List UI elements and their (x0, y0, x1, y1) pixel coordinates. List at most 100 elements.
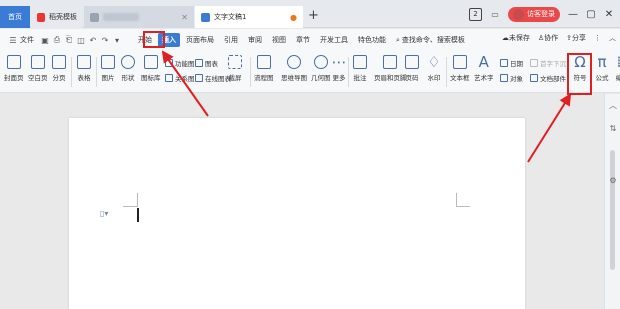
screenshot-button[interactable]: 截屏 (228, 55, 242, 82)
tab-template-label: 稻壳模板 (49, 13, 77, 21)
redo-icon[interactable]: ↷ (100, 35, 110, 45)
formula-button[interactable]: π 公式 (594, 55, 610, 83)
collab-button[interactable]: ♙协作 (538, 33, 558, 43)
right-sidebar: ︿ ⇅ ⚙ (604, 94, 620, 309)
numbering-icon: ⁞ (611, 55, 620, 70)
search-icon: ⌕ (396, 35, 400, 44)
window-controls: 2 ▭ 访客登录 — ▢ ✕ (469, 4, 620, 24)
page-number-button[interactable]: 页码 (405, 55, 419, 82)
page-number-icon (405, 55, 419, 69)
watermark-icon: ♢ (427, 53, 441, 71)
customize-icon[interactable]: ▾ (112, 35, 122, 45)
relation-chart-icon (165, 74, 173, 82)
collab-label: 协作 (544, 34, 559, 42)
formula-label: 公式 (595, 74, 609, 82)
online-chart-button[interactable]: 在线图表 (195, 73, 231, 83)
paragraph-handle-icon[interactable]: ▯▾ (100, 209, 108, 218)
header-footer-button[interactable]: 页眉和页脚 (374, 55, 407, 82)
print-icon[interactable]: ⎗ (64, 35, 74, 45)
flowchart-button[interactable]: 流程图 (254, 55, 274, 82)
page-break-label: 分页 (52, 74, 66, 82)
watermark-label: 水印 (427, 74, 441, 82)
menu-reference[interactable]: 引用 (220, 33, 242, 47)
skin-icon[interactable]: ▭ (490, 9, 500, 19)
text-cursor (137, 208, 139, 222)
drop-cap-button[interactable]: 首字下沉 (530, 58, 566, 68)
menu-section[interactable]: 章节 (292, 33, 314, 47)
preview-icon[interactable]: ◫ (76, 35, 86, 45)
numbering-button[interactable]: ⁞ 编 (611, 55, 620, 83)
tab-template[interactable]: 稻壳模板 (31, 6, 83, 28)
ribbon-insert: 封面页 空白页 分页 表格 图片 形状 图标库 功能图 关系图 图表 在线图表 (0, 51, 620, 93)
layout-switch-icon[interactable]: 2 (469, 7, 482, 21)
minimize-button[interactable]: — (568, 9, 578, 20)
calendar-icon (500, 59, 508, 67)
icon-library-button[interactable]: 图标库 (141, 55, 161, 82)
mindmap-button[interactable]: 思维导图 (281, 55, 307, 82)
wordart-label: 艺术字 (474, 74, 494, 82)
unsaved-status[interactable]: ☁未保存 (502, 33, 530, 43)
cover-page-button[interactable]: 封面页 (4, 55, 24, 82)
settings-icon[interactable]: ⚙ (608, 176, 618, 186)
export-pdf-icon[interactable]: ⎙ (52, 35, 62, 45)
collapse-up-icon[interactable]: ︿ (608, 100, 618, 110)
file-menu[interactable]: ☰ 文件 (4, 35, 38, 45)
unsaved-dot-icon: ● (290, 12, 297, 22)
collapse-ribbon-icon[interactable]: ︿ (609, 33, 616, 43)
restore-button[interactable]: ▢ (586, 9, 596, 20)
menu-review[interactable]: 审阅 (244, 33, 266, 47)
hamburger-icon: ☰ (9, 35, 17, 45)
menu-dev-tools[interactable]: 开发工具 (316, 33, 352, 47)
login-button[interactable]: 访客登录 (508, 6, 560, 22)
adjust-icon[interactable]: ⇅ (608, 124, 618, 134)
tab-blurred[interactable]: ✕ (84, 6, 194, 28)
avatar (513, 8, 524, 20)
watermark-button[interactable]: ♢ 水印 (426, 53, 442, 83)
menu-page-layout[interactable]: 页面布局 (182, 33, 218, 47)
document-canvas[interactable] (0, 94, 604, 309)
shape-button[interactable]: 形状 (121, 55, 135, 82)
more-button[interactable]: ⋯ 更多 (331, 55, 347, 83)
comment-button[interactable]: 批注 (353, 55, 367, 82)
page-break-button[interactable]: 分页 (52, 55, 66, 82)
drop-cap-icon (530, 59, 538, 67)
tab-home[interactable]: 首页 (0, 6, 30, 28)
ribbon-divider (348, 57, 349, 87)
menu-view[interactable]: 视图 (268, 33, 290, 47)
blank-page-button[interactable]: 空白页 (28, 55, 48, 82)
table-button[interactable]: 表格 (77, 55, 91, 82)
comment-icon (353, 55, 367, 69)
function-chart-label: 功能图 (175, 60, 195, 68)
undo-icon[interactable]: ↶ (88, 35, 98, 45)
more-label: 更多 (332, 74, 346, 82)
vertical-scrollbar[interactable] (610, 150, 615, 270)
relation-chart-label: 关系图 (175, 75, 195, 83)
share-button[interactable]: ⇪分享 (566, 33, 586, 43)
object-button[interactable]: 对象 (500, 73, 523, 83)
relation-chart-button[interactable]: 关系图 (165, 73, 195, 83)
header-footer-label: 页眉和页脚 (374, 74, 407, 82)
command-search[interactable]: ⌕ 查找命令、搜索模板 (392, 33, 469, 47)
cloud-icon: ☁ (501, 34, 509, 42)
save-icon[interactable]: ▣ (40, 35, 50, 45)
new-tab-button[interactable]: + (308, 8, 319, 23)
object-label: 对象 (510, 75, 523, 83)
more-icon[interactable]: ⋮ (594, 34, 601, 42)
picture-button[interactable]: 图片 (101, 55, 115, 82)
docer-logo-icon (37, 12, 45, 22)
doc-parts-button[interactable]: 文档部件 (530, 73, 566, 83)
flowchart-icon (256, 55, 271, 69)
close-icon[interactable]: ✕ (181, 13, 188, 22)
textbox-button[interactable]: 文本框 (450, 55, 470, 82)
menu-features[interactable]: 特色功能 (354, 33, 390, 47)
wordart-button[interactable]: A 艺术字 (474, 55, 494, 83)
geometry-button[interactable]: 几何图 (311, 55, 331, 82)
highlight-insert-tab (143, 31, 165, 48)
function-chart-button[interactable]: 功能图 (165, 58, 195, 68)
date-button[interactable]: 日期 (500, 58, 523, 68)
highlight-symbol-button (567, 53, 592, 95)
tab-document[interactable]: 文字文稿1 ● (195, 6, 303, 28)
close-button[interactable]: ✕ (604, 9, 614, 20)
chart-button[interactable]: 图表 (195, 58, 218, 68)
online-chart-icon (195, 74, 203, 82)
